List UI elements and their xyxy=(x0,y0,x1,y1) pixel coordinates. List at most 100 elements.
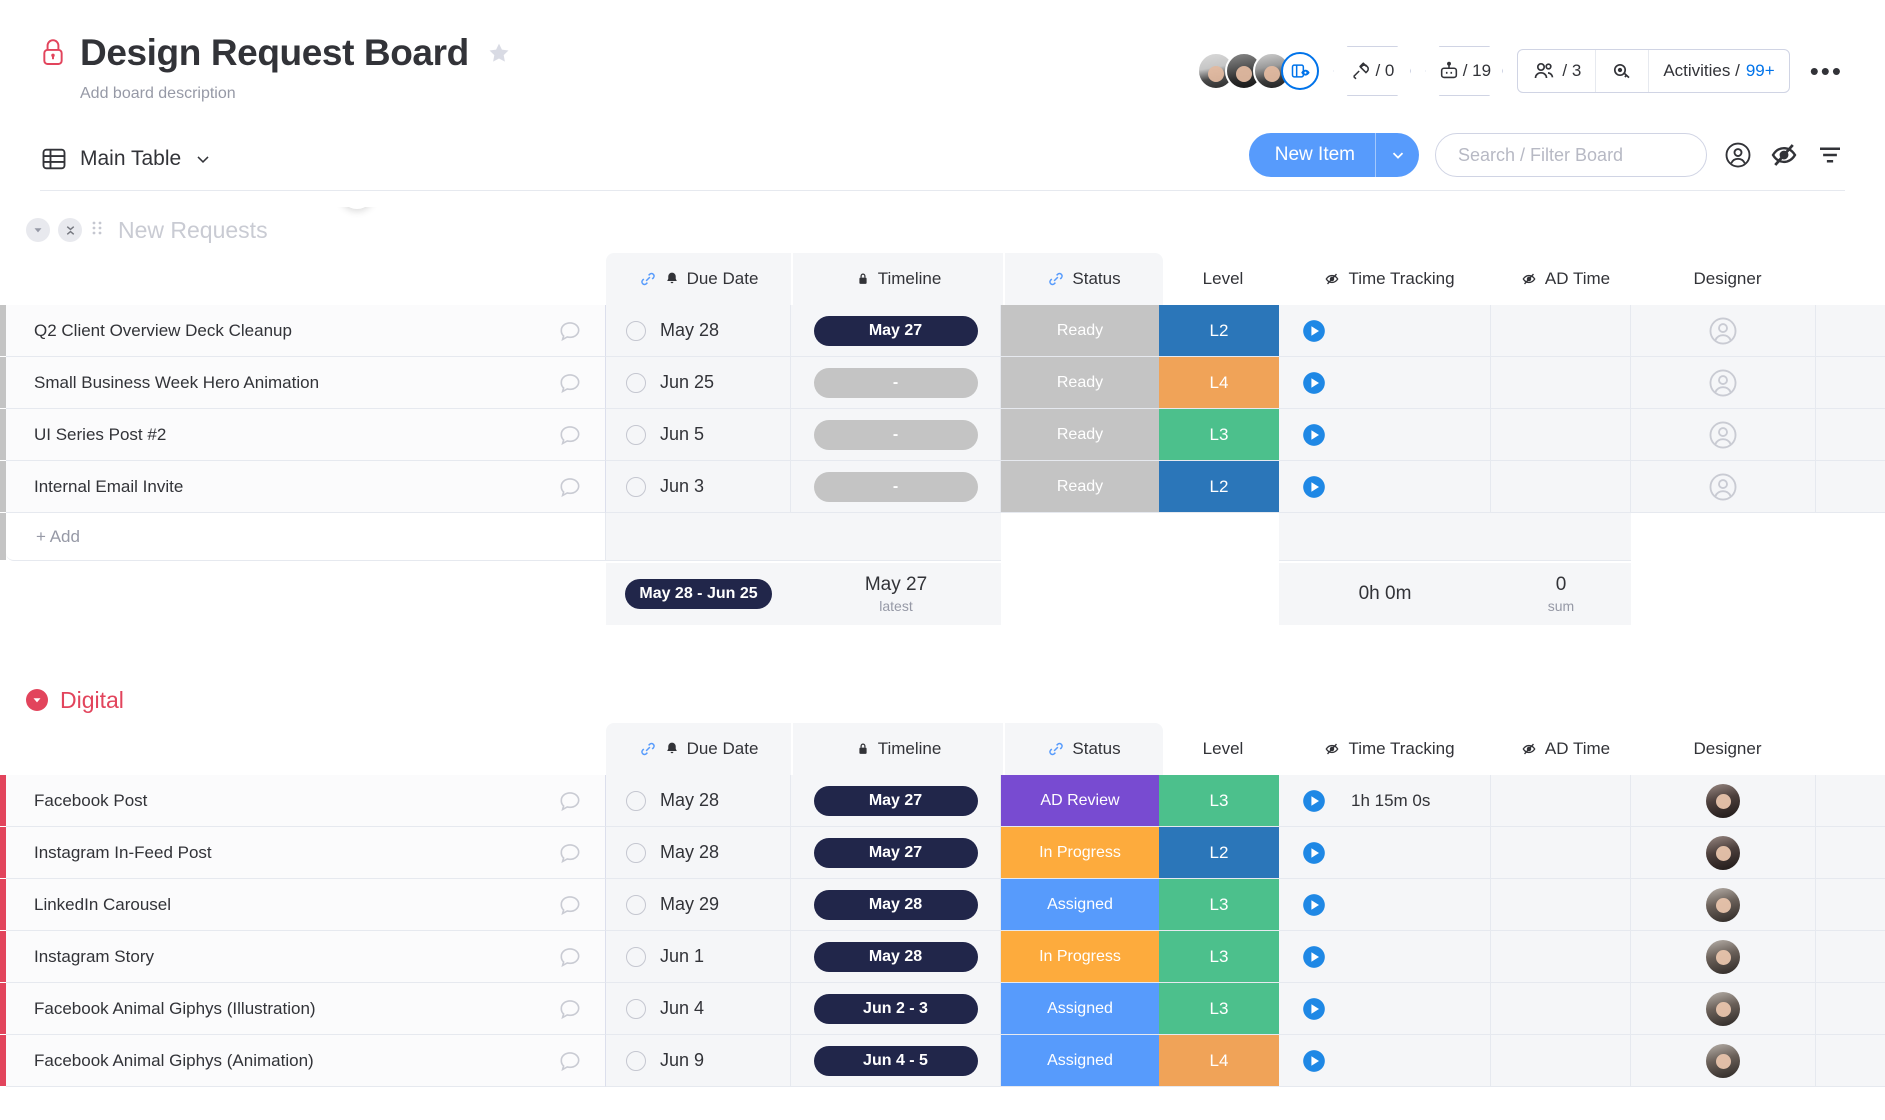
due-date-cell[interactable]: May 28 xyxy=(606,827,791,879)
level-cell[interactable]: L3 xyxy=(1159,879,1279,931)
level-cell[interactable]: L3 xyxy=(1159,775,1279,827)
integrations-button[interactable]: / 0 xyxy=(1333,46,1412,96)
column-header-due-date[interactable]: Due Date xyxy=(606,723,791,775)
column-header-designer[interactable]: Designer xyxy=(1635,253,1820,305)
timeline-cell[interactable]: - xyxy=(791,357,1001,409)
play-timer-icon[interactable] xyxy=(1301,370,1327,396)
table-row[interactable]: UI Series Post #2 Jun 5 - Ready L3 xyxy=(0,409,1885,461)
chevron-down-icon[interactable] xyxy=(193,149,213,169)
add-item-row[interactable]: + Add xyxy=(0,513,1885,561)
due-date-cell[interactable]: May 28 xyxy=(606,305,791,357)
board-permissions-button[interactable] xyxy=(1595,50,1648,92)
column-header-level[interactable]: Level xyxy=(1163,723,1283,775)
item-name-cell[interactable]: LinkedIn Carousel xyxy=(6,879,606,931)
item-name-cell[interactable]: Small Business Week Hero Animation xyxy=(6,357,606,409)
timeline-cell[interactable]: - xyxy=(791,461,1001,513)
play-timer-icon[interactable] xyxy=(1301,944,1327,970)
designer-avatar[interactable] xyxy=(1706,887,1740,922)
level-cell[interactable]: L2 xyxy=(1159,305,1279,357)
timeline-cell[interactable]: Jun 4 - 5 xyxy=(791,1035,1001,1087)
activities-button[interactable]: Activities / 99+ xyxy=(1648,50,1788,92)
table-row[interactable]: Facebook Animal Giphys (Animation) Jun 9 J… xyxy=(0,1035,1885,1087)
board-members-button[interactable]: / 3 xyxy=(1518,50,1595,92)
comment-bubble-icon[interactable] xyxy=(557,892,583,918)
item-name-cell[interactable]: Q2 Client Overview Deck Cleanup xyxy=(6,305,606,357)
avatar-placeholder-icon[interactable] xyxy=(1707,315,1739,347)
table-row[interactable]: Q2 Client Overview Deck Cleanup May 28 May… xyxy=(0,305,1885,357)
time-tracking-cell[interactable] xyxy=(1279,931,1491,983)
column-header-due-date[interactable]: Due Date xyxy=(606,253,791,305)
group-title[interactable]: New Requests xyxy=(118,217,268,244)
status-cell[interactable]: Assigned xyxy=(1001,983,1159,1035)
level-cell[interactable]: L2 xyxy=(1159,461,1279,513)
designer-cell[interactable] xyxy=(1631,357,1816,409)
status-cell[interactable]: Assigned xyxy=(1001,1035,1159,1087)
due-date-cell[interactable]: Jun 5 xyxy=(606,409,791,461)
designer-cell[interactable] xyxy=(1631,1035,1816,1087)
table-row[interactable]: Small Business Week Hero Animation Jun 25… xyxy=(0,357,1885,409)
item-name-cell[interactable]: Instagram In-Feed Post xyxy=(6,827,606,879)
item-done-checkbox[interactable] xyxy=(626,998,646,1019)
column-header-time-tracking[interactable]: Time Tracking xyxy=(1283,723,1495,775)
designer-cell[interactable] xyxy=(1631,879,1816,931)
timeline-cell[interactable]: - xyxy=(791,409,1001,461)
designer-avatar[interactable] xyxy=(1706,991,1740,1026)
comment-bubble-icon[interactable] xyxy=(557,422,583,448)
level-cell[interactable]: L4 xyxy=(1159,357,1279,409)
item-done-checkbox[interactable] xyxy=(626,894,646,915)
tab-main-table[interactable]: Main Table xyxy=(40,145,213,173)
play-timer-icon[interactable] xyxy=(1301,788,1327,814)
person-filter-icon[interactable] xyxy=(1723,140,1753,170)
status-cell[interactable]: Ready xyxy=(1001,305,1159,357)
designer-cell[interactable] xyxy=(1631,983,1816,1035)
designer-cell[interactable] xyxy=(1631,827,1816,879)
column-header-timeline[interactable]: Timeline xyxy=(793,253,1003,305)
search-input[interactable]: Search / Filter Board xyxy=(1435,133,1707,177)
member-avatars[interactable] xyxy=(1197,52,1320,90)
designer-cell[interactable] xyxy=(1631,409,1816,461)
due-date-cell[interactable]: Jun 3 xyxy=(606,461,791,513)
designer-cell[interactable] xyxy=(1631,931,1816,983)
time-tracking-cell[interactable] xyxy=(1279,983,1491,1035)
ad-time-cell[interactable] xyxy=(1491,357,1631,409)
designer-cell[interactable] xyxy=(1631,461,1816,513)
comment-bubble-icon[interactable] xyxy=(557,944,583,970)
time-tracking-cell[interactable] xyxy=(1279,409,1491,461)
avatar-placeholder-icon[interactable] xyxy=(1707,367,1739,399)
item-name-cell[interactable]: Instagram Story xyxy=(6,931,606,983)
timeline-cell[interactable]: May 28 xyxy=(791,931,1001,983)
collapse-all-icon[interactable] xyxy=(58,218,82,242)
table-row[interactable]: Instagram In-Feed Post May 28 May 27 In Pro… xyxy=(0,827,1885,879)
new-item-dropdown-button[interactable] xyxy=(1375,133,1419,177)
status-cell[interactable]: Assigned xyxy=(1001,879,1159,931)
item-name-cell[interactable]: Facebook Animal Giphys (Animation) xyxy=(6,1035,606,1087)
level-cell[interactable]: L4 xyxy=(1159,1035,1279,1087)
column-header-time-tracking[interactable]: Time Tracking xyxy=(1283,253,1495,305)
column-header-status[interactable]: Status xyxy=(1005,723,1163,775)
item-done-checkbox[interactable] xyxy=(626,320,646,341)
designer-cell[interactable] xyxy=(1631,775,1816,827)
avatar-placeholder-icon[interactable] xyxy=(1707,471,1739,503)
due-date-cell[interactable]: Jun 25 xyxy=(606,357,791,409)
ad-time-cell[interactable] xyxy=(1491,879,1631,931)
ad-time-cell[interactable] xyxy=(1491,1035,1631,1087)
ad-time-cell[interactable] xyxy=(1491,409,1631,461)
column-header-timeline[interactable]: Timeline xyxy=(793,723,1003,775)
level-cell[interactable]: L3 xyxy=(1159,409,1279,461)
item-name-cell[interactable]: Facebook Animal Giphys (Illustration) xyxy=(6,983,606,1035)
status-cell[interactable]: In Progress xyxy=(1001,827,1159,879)
time-tracking-cell[interactable] xyxy=(1279,1035,1491,1087)
group-collapse-chevron-icon[interactable] xyxy=(26,218,50,242)
star-icon[interactable] xyxy=(487,41,511,65)
item-name-cell[interactable]: Facebook Post xyxy=(6,775,606,827)
item-done-checkbox[interactable] xyxy=(626,372,646,393)
play-timer-icon[interactable] xyxy=(1301,474,1327,500)
item-done-checkbox[interactable] xyxy=(626,946,646,967)
designer-avatar[interactable] xyxy=(1706,835,1740,870)
comment-bubble-icon[interactable] xyxy=(557,1048,583,1074)
item-done-checkbox[interactable] xyxy=(626,790,646,811)
timeline-cell[interactable]: May 27 xyxy=(791,827,1001,879)
column-header-level[interactable]: Level xyxy=(1163,253,1283,305)
group-collapse-chevron-icon[interactable] xyxy=(26,689,48,711)
due-date-cell[interactable]: Jun 1 xyxy=(606,931,791,983)
